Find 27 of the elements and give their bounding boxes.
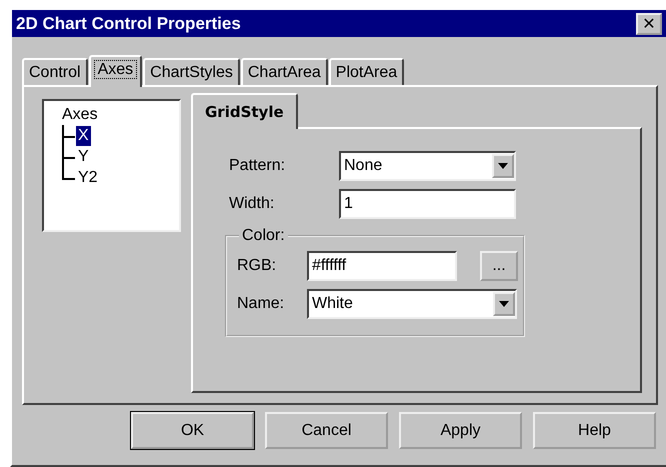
field-label: Width: <box>229 194 276 213</box>
tree-item[interactable]: Y <box>76 146 91 166</box>
field-label: RGB: <box>237 256 278 275</box>
close-button[interactable]: ✕ <box>636 12 662 34</box>
dialog-button[interactable]: Apply <box>399 412 522 449</box>
group-title: Color: <box>241 226 286 245</box>
tree-line-icon <box>62 124 76 146</box>
browse-button[interactable]: ... <box>480 250 518 281</box>
tree-item[interactable]: X <box>76 126 91 146</box>
tab[interactable]: ChartStyles <box>143 58 240 85</box>
tree-item[interactable]: Axes <box>60 105 100 125</box>
window-title: 2D Chart Control Properties <box>16 14 241 34</box>
tree-item[interactable]: Y2 <box>76 168 100 188</box>
width-input[interactable]: 1 <box>339 188 516 219</box>
color-name-dropdown[interactable]: White <box>307 288 517 319</box>
tab[interactable]: ChartArea <box>240 58 328 85</box>
tab[interactable]: PlotArea <box>328 58 404 85</box>
pattern-dropdown[interactable]: None <box>339 150 516 181</box>
dialog-button[interactable]: OK <box>131 412 254 449</box>
tab[interactable]: GridStyle <box>191 92 298 129</box>
field-label: Name: <box>237 294 286 313</box>
tab[interactable]: Control <box>22 58 88 85</box>
rgb-input[interactable]: #ffffff <box>307 250 457 281</box>
tab[interactable]: Axes <box>88 55 142 87</box>
dialog-button[interactable]: Help <box>533 412 656 449</box>
dialog-button[interactable]: Cancel <box>265 412 388 449</box>
field-label: Pattern: <box>229 156 286 175</box>
